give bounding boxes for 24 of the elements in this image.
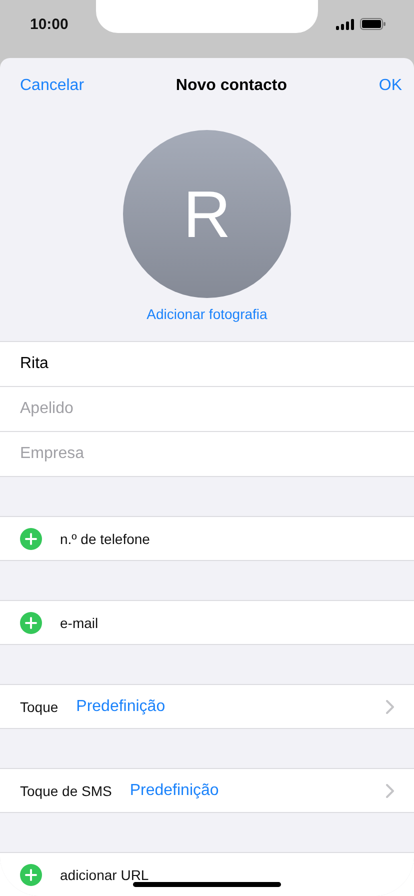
battery-icon: [360, 18, 386, 30]
status-time: 10:00: [30, 16, 68, 33]
add-icon: [20, 612, 42, 634]
row-label: e-mail: [60, 614, 98, 630]
row-label: adicionar URL: [60, 866, 149, 882]
input-field[interactable]: Empresa: [20, 445, 380, 463]
add-row[interactable]: e-mail: [0, 601, 414, 644]
add-icon: [20, 528, 42, 550]
input-field[interactable]: Apelido: [20, 400, 380, 418]
input-field[interactable]: Rita: [20, 355, 380, 373]
row-value: Predefinição: [76, 698, 166, 716]
chevron-icon: [386, 700, 394, 714]
chevron-icon: [386, 784, 394, 798]
add-row[interactable]: n.º de telefone: [0, 517, 414, 560]
picker-row[interactable]: Toque Predefinição: [0, 685, 414, 728]
row-label: Toque: [20, 698, 58, 714]
signal-icon: [336, 18, 354, 30]
row-label: Toque de SMS: [20, 782, 112, 798]
picker-row[interactable]: Toque de SMS Predefinição: [0, 769, 414, 812]
add-row[interactable]: adicionar URL: [0, 853, 414, 896]
add-icon: [20, 864, 42, 886]
screen-title: Novo contacto: [176, 77, 288, 95]
row-label: n.º de telefone: [60, 530, 150, 546]
row-value: Predefinição: [130, 782, 220, 800]
